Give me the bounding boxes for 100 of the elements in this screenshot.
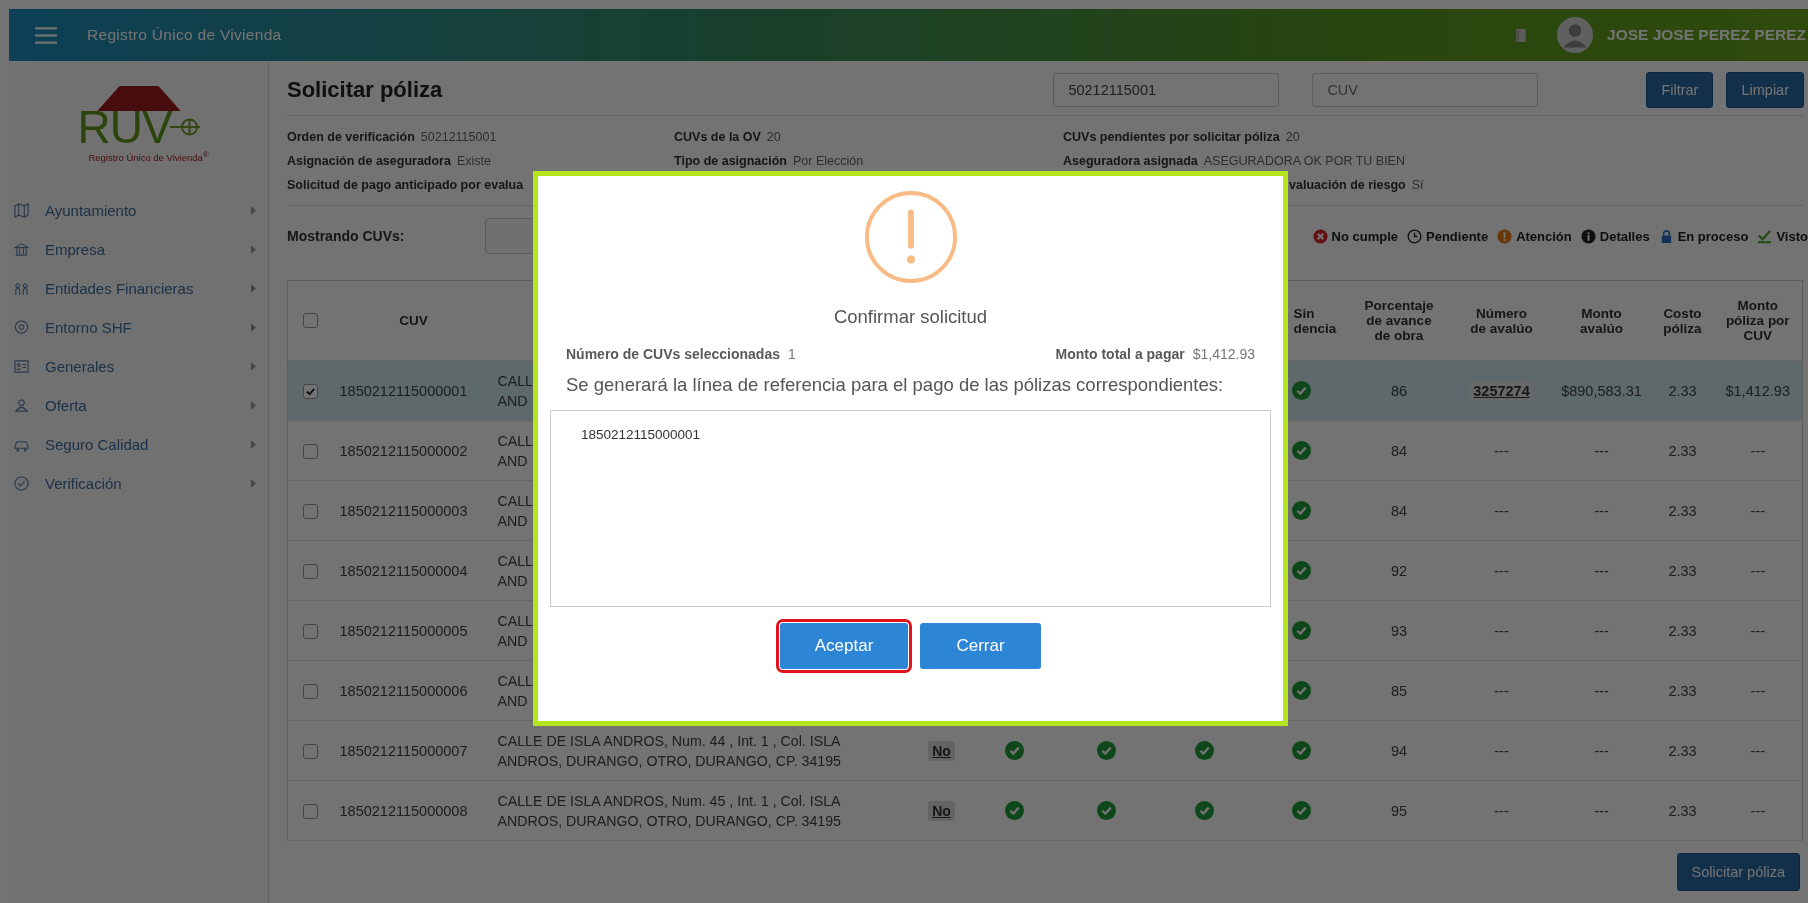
progress-cell: 84 (1390, 442, 1408, 459)
sidebar-item[interactable]: Oferta (9, 386, 268, 426)
legend-label: Visto (1776, 228, 1808, 244)
cost-cell: 2.33 (1668, 502, 1697, 519)
column-header: Sin dencia (1292, 305, 1338, 336)
appraisal-cell: --- (1494, 682, 1509, 699)
info-label: valuación de riesgo (1289, 178, 1406, 192)
no-tag: No (928, 800, 955, 821)
amount-cell: --- (1594, 742, 1609, 759)
sidebar-item[interactable]: Empresa (9, 230, 268, 270)
amount-cell: --- (1594, 562, 1609, 579)
row-checkbox[interactable] (303, 503, 319, 519)
row-checkbox[interactable] (303, 443, 319, 459)
cost-cell: 2.33 (1668, 622, 1697, 639)
info-value: 50212115001 (420, 130, 497, 144)
sidebar-item[interactable]: Entidades Financieras (9, 269, 268, 309)
request-policy-button[interactable]: Solicitar póliza (1676, 853, 1800, 891)
progress-cell: 92 (1390, 562, 1408, 579)
avatar-icon[interactable] (1557, 17, 1593, 53)
select-all-checkbox[interactable] (303, 313, 319, 329)
column-header: Porcentaje de avance de obra (1363, 298, 1435, 343)
table-row[interactable]: 1850212115000008 CALLE DE ISLA ANDROS, Num. 45 , Int. 1 , Col. ISLA ANDROS, DURANGO, OTRO, DURANGO, CP. 34195 No 95 --- --- 2.33 --- (287, 780, 1803, 841)
address-cell-text: CALLE DE ISLA ANDROS, Num. 44 , Int. 1 , Col. ISLA ANDROS, DURANGO, OTRO, DURANGO, CP. 34195 (496, 731, 841, 771)
checkmark-icon (305, 385, 317, 397)
count-label: Número de CUVs seleccionadas (566, 346, 780, 362)
amount-cell: --- (1750, 622, 1765, 639)
user-name[interactable]: JOSE JOSE PEREZ PEREZ (1607, 26, 1806, 44)
caret-icon (251, 323, 256, 333)
sidebar-item[interactable]: Verificación (9, 464, 268, 504)
sidebar-item[interactable]: Entorno SHF (9, 308, 268, 348)
amount-cell: --- (1750, 682, 1765, 699)
cost-cell: 2.33 (1668, 682, 1697, 699)
info-label: Orden de verificación (287, 130, 415, 144)
total-label: Monto total a pagar (1055, 346, 1185, 362)
book-icon[interactable] (1515, 27, 1527, 43)
row-checkbox[interactable] (303, 383, 319, 399)
people-icon (14, 281, 29, 297)
clear-button[interactable]: Limpiar (1726, 72, 1804, 108)
appraisal-cell: --- (1494, 562, 1509, 579)
sidebar-item[interactable]: Seguro Calidad (9, 425, 268, 465)
appraisal-cell: --- (1494, 502, 1509, 519)
appraisal-cell: --- (1494, 802, 1509, 819)
amount-cell: --- (1594, 682, 1609, 699)
progress-cell: 93 (1390, 622, 1408, 639)
row-checkbox[interactable] (303, 803, 319, 819)
address-cell-text: CALL AND (496, 551, 533, 591)
fail-icon (1312, 228, 1328, 244)
cuv-cell: 1850212115000008 (339, 802, 468, 819)
address-cell-text: CALL AND (496, 431, 533, 471)
logo-caption: Registro Único de Vivienda$^{®}$ (88, 150, 209, 164)
progress-cell: 95 (1390, 802, 1408, 819)
amount-cell: --- (1594, 622, 1609, 639)
app-title: Registro Único de Vivienda (87, 26, 282, 44)
cuv-cell: 1850212115000005 (339, 622, 468, 639)
row-checkbox[interactable] (303, 683, 319, 699)
cuv-field[interactable]: CUV (1312, 73, 1539, 107)
progress-cell: 84 (1390, 502, 1408, 519)
row-checkbox[interactable] (303, 623, 319, 639)
caret-icon (251, 245, 256, 255)
verification-order-field[interactable]: 50212115001 (1053, 73, 1280, 107)
amount-cell: $1,412.93 (1725, 382, 1790, 399)
page-title: Solicitar póliza (287, 77, 443, 103)
cuv-cell: 1850212115000004 (339, 562, 468, 579)
appraisal-link[interactable]: 3257274 (1469, 380, 1534, 401)
menu-icon[interactable] (35, 26, 57, 44)
legend-label: En proceso (1677, 228, 1749, 244)
row-checkbox[interactable] (303, 743, 319, 759)
info-label: Asignación de aseguradora (287, 154, 451, 168)
cuv-cell: 1850212115000002 (339, 442, 468, 459)
appraisal-cell: --- (1494, 442, 1509, 459)
column-header: Monto póliza por CUV (1724, 298, 1791, 343)
caret-icon (251, 362, 256, 372)
info-label: CUVs de la OV (674, 130, 761, 144)
address-cell-text: CALLE DE ISLA ANDROS, Num. 45 , Int. 1 , Col. ISLA ANDROS, DURANGO, OTRO, DURANGO, CP. 34195 (496, 791, 841, 831)
filter-button[interactable]: Filtrar (1646, 72, 1714, 108)
cost-cell: 2.33 (1668, 442, 1697, 459)
amount-cell: --- (1750, 562, 1765, 579)
column-header: Costo póliza (1662, 305, 1703, 336)
check-icon (14, 476, 29, 492)
cost-cell: 2.33 (1668, 562, 1697, 579)
no-tag: No (928, 740, 955, 761)
caret-icon (251, 284, 256, 294)
cuv-list-box[interactable]: 1850212115000001 (550, 410, 1271, 607)
progress-cell: 85 (1390, 682, 1408, 699)
bank-icon (14, 242, 29, 258)
caret-icon (251, 440, 256, 450)
column-header: Monto avalúo (1579, 305, 1624, 336)
card-icon (14, 359, 29, 375)
cuv-cell: 1850212115000001 (339, 382, 468, 399)
caret-icon (251, 401, 256, 411)
row-checkbox[interactable] (303, 563, 319, 579)
close-button[interactable]: Cerrar (920, 623, 1041, 669)
info-label: CUVs pendientes por solicitar póliza (1063, 130, 1280, 144)
amount-cell: --- (1594, 442, 1609, 459)
cuv-cell: 1850212115000003 (339, 502, 468, 519)
sidebar-item[interactable]: Ayuntamiento (9, 191, 268, 231)
caret-icon (251, 206, 256, 216)
appraisal-cell: --- (1494, 622, 1509, 639)
amount-cell: $890,583.31 (1561, 382, 1642, 399)
sidebar-item[interactable]: Generales (9, 347, 268, 387)
